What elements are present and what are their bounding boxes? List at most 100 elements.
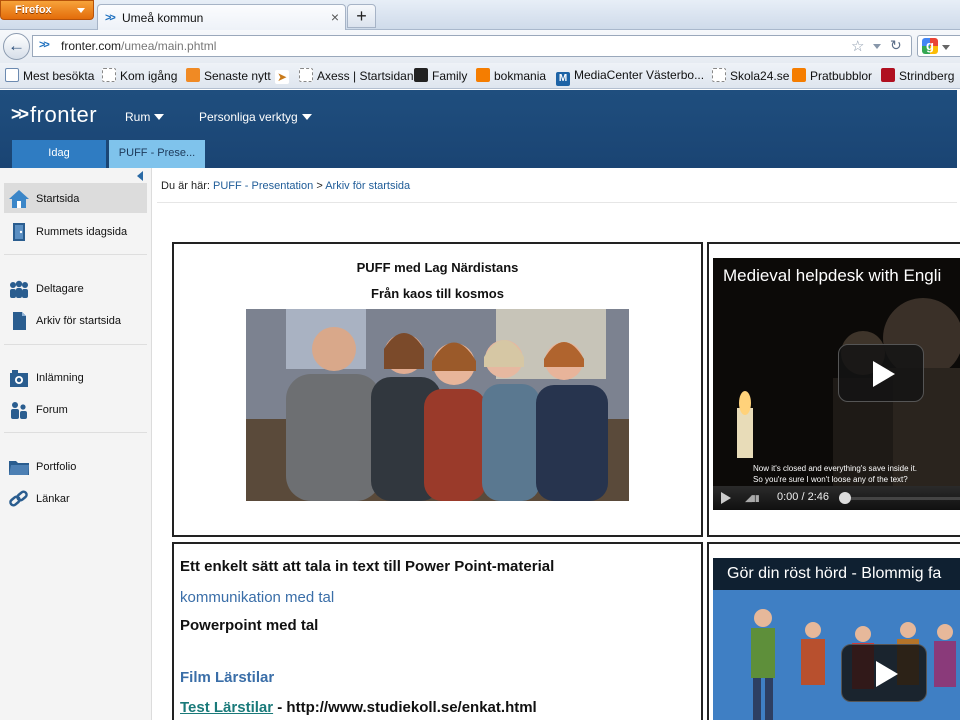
sidebar-item-inlamning[interactable]: Inlämning (4, 362, 147, 392)
video-panel-medieval: Medieval helpdesk with Engli Now it's cl… (707, 242, 960, 537)
browser-tab-title: Umeå kommun (122, 11, 204, 25)
subtitle-line: So you're sure I won't loose any of the … (753, 475, 908, 484)
sidebar-divider (4, 432, 147, 433)
bookmark-strindberg[interactable]: Strindberg (881, 68, 954, 83)
home-icon (9, 190, 29, 208)
test-larstilar-url: - http://www.studiekoll.se/enkat.html (273, 699, 537, 716)
link-film-larstilar[interactable]: Film Lärstilar (180, 669, 274, 686)
sidebar-item-arkiv-for-startsida[interactable]: Arkiv för startsida (4, 305, 147, 335)
breadcrumb-link-arkiv[interactable]: Arkiv för startsida (325, 180, 410, 192)
video-progress-knob[interactable] (839, 492, 851, 504)
chevron-down-icon (942, 45, 950, 50)
bookmark-label: Kom igång (120, 69, 178, 83)
history-dropdown-icon[interactable] (873, 44, 881, 49)
menu-label: Rum (125, 110, 151, 124)
page-icon (5, 68, 19, 82)
sidebar-item-startsida[interactable]: Startsida (4, 183, 147, 213)
fronter-logo[interactable]: >> fronter (11, 102, 97, 128)
bookmark-label: Axess | Startsidan (317, 69, 414, 83)
video-player-medieval[interactable]: Medieval helpdesk with Engli Now it's cl… (713, 258, 960, 510)
menu-label: Personliga verktyg (199, 110, 298, 124)
bookmark-family[interactable]: Family (414, 68, 467, 83)
fronter-favicon-icon: >> (105, 12, 116, 24)
breadcrumb-separator: > (316, 180, 323, 192)
sidebar-item-rummets-idagsida[interactable]: Rummets idagsida (4, 216, 147, 246)
link-kommunikation-med-tal[interactable]: kommunikation med tal (180, 589, 334, 606)
sidebar-item-label: Inlämning (36, 372, 84, 384)
bookmark-skola24[interactable]: Skola24.se (712, 68, 789, 83)
menu-personliga-verktyg[interactable]: Personliga verktyg (199, 110, 312, 124)
breadcrumb-prefix: Du är här: (161, 180, 210, 192)
new-tab-button[interactable]: + (347, 4, 376, 28)
browser-tabstrip: Firefox >> Umeå kommun × + (0, 0, 960, 30)
dashed-page-icon (299, 68, 313, 82)
sidebar-item-deltagare[interactable]: Deltagare (4, 273, 147, 303)
video-panel-blommig: Gör din röst hörd - Blommig fa (707, 542, 960, 720)
blogger-icon (476, 68, 490, 82)
sidebar-item-label: Portfolio (36, 461, 77, 473)
sidebar-item-forum[interactable]: Forum (4, 394, 147, 424)
browser-tab[interactable]: >> Umeå kommun × (97, 4, 346, 30)
menu-rum[interactable]: Rum (125, 110, 165, 124)
content-divider (157, 202, 957, 203)
bird-bookmark-icon-item[interactable]: ➤ (275, 68, 293, 84)
volume-icon[interactable]: ◢▮▮ (745, 493, 760, 504)
url-host: fronter.com (61, 39, 122, 53)
link-test-larstilar[interactable]: Test Lärstilar (180, 699, 273, 716)
arrow-left-icon: ← (8, 36, 25, 55)
play-icon[interactable] (838, 344, 924, 402)
bookmark-mediacenter[interactable]: M MediaCenter Västerbo... (556, 68, 704, 86)
sidebar-item-label: Startsida (36, 193, 80, 205)
bookmark-axess[interactable]: Axess | Startsidan (299, 68, 414, 83)
video-controls: ◢▮▮ 0:00 / 2:46 (713, 486, 960, 510)
sidebar-item-label: Forum (36, 404, 68, 416)
breadcrumb-link-puff-presentation[interactable]: PUFF - Presentation (213, 180, 313, 192)
tab-puff-presentation[interactable]: PUFF - Prese... (109, 140, 205, 168)
google-icon: g (922, 38, 938, 54)
firefox-menu-button[interactable]: Firefox (0, 0, 94, 20)
browser-navbar: ← >> fronter.com/umea/main.phtml ☆ ↻ g (0, 30, 960, 63)
bookmark-star-icon[interactable]: ☆ (851, 37, 864, 55)
bookmark-kom-igang[interactable]: Kom igång (102, 68, 177, 83)
bookmarks-toolbar: Mest besökta Kom igång Senaste nytt ➤ Ax… (0, 63, 960, 89)
back-button[interactable]: ← (3, 33, 30, 60)
bookmark-label: Senaste nytt (204, 69, 271, 83)
play-icon[interactable] (841, 644, 927, 702)
close-icon[interactable]: × (331, 9, 339, 25)
link-icon (9, 490, 28, 507)
room-sidebar: Startsida Rummets idagsida Deltagare Ark… (0, 168, 152, 720)
sidebar-item-label: Arkiv för startsida (36, 315, 121, 327)
caret-down-icon (154, 114, 165, 120)
video-title: Medieval helpdesk with Engli (723, 266, 942, 285)
sidebar-divider (4, 344, 147, 345)
bookmark-pratbubblor[interactable]: Pratbubblor (792, 68, 872, 83)
bookmark-senaste-nytt[interactable]: Senaste nytt (186, 68, 271, 83)
folder-icon (9, 461, 29, 475)
video-subtitles: Now it's closed and everything's save in… (753, 463, 917, 485)
collapse-sidebar-icon[interactable] (137, 171, 143, 181)
tab-idag[interactable]: Idag (12, 140, 106, 168)
dashed-page-icon (712, 68, 726, 82)
bookmark-label: MediaCenter Västerbo... (574, 68, 705, 82)
bookmark-label: Pratbubblor (810, 69, 873, 83)
url-path: /umea/main.phtml (121, 39, 217, 53)
door-icon (13, 223, 25, 241)
video-title: Gör din röst hörd - Blommig fa (713, 558, 960, 590)
bookmark-mest-besokta[interactable]: Mest besökta (5, 68, 94, 83)
site-identity-icon: >> (39, 39, 50, 51)
video-progress-track[interactable] (843, 497, 960, 500)
intro-panel: PUFF med Lag Närdistans Från kaos till k… (172, 242, 703, 537)
sidebar-divider (4, 254, 147, 255)
rss-icon (186, 68, 200, 82)
bookmark-label: Family (432, 69, 468, 83)
video-player-blommig[interactable]: Gör din röst hörd - Blommig fa (713, 558, 960, 720)
m-icon: M (556, 72, 570, 86)
sidebar-item-portfolio[interactable]: Portfolio (4, 451, 147, 481)
reload-icon[interactable]: ↻ (890, 37, 902, 54)
video-time: 0:00 / 2:46 (777, 491, 829, 503)
url-bar[interactable]: >> fronter.com/umea/main.phtml ☆ ↻ (32, 35, 912, 57)
bookmark-bokmania[interactable]: bokmania (476, 68, 546, 83)
play-small-icon[interactable] (721, 492, 731, 504)
search-engine-selector[interactable]: g (917, 35, 960, 57)
sidebar-item-lankar[interactable]: Länkar (4, 483, 147, 513)
